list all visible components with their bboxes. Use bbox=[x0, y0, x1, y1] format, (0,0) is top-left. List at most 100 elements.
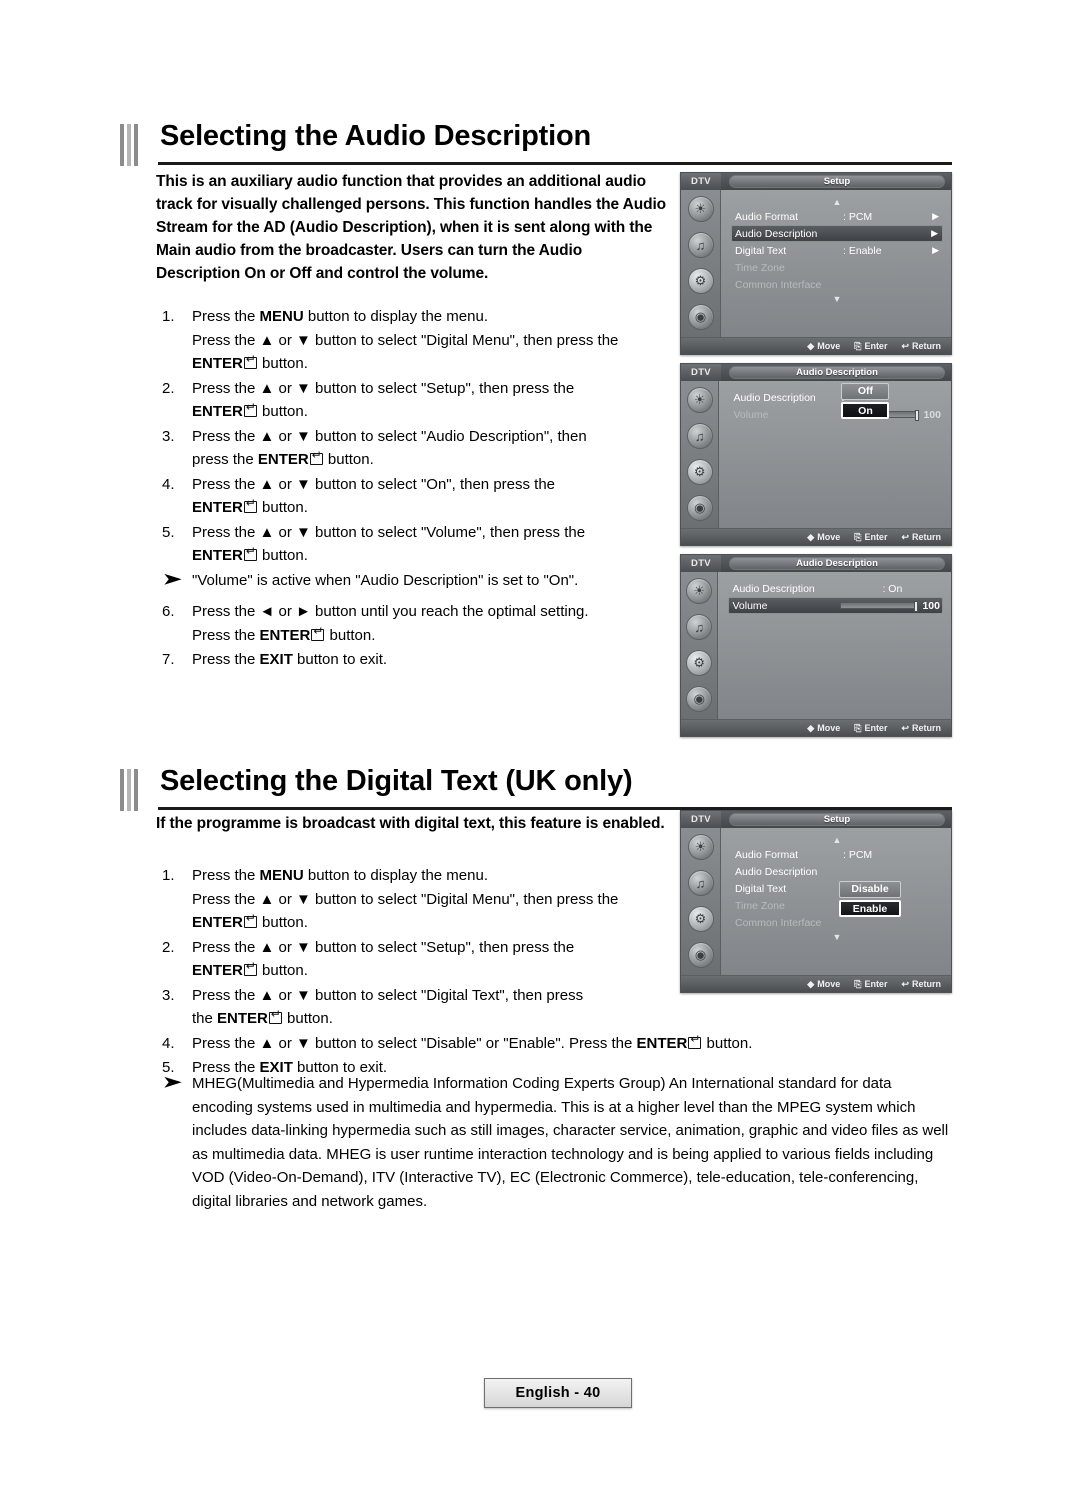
steps-audio-description: 1. Press the MENU button to display the … bbox=[156, 305, 676, 673]
osd-footer: ◆ Move ⎘ Enter ↩ Return bbox=[681, 975, 951, 992]
enter-icon bbox=[243, 545, 257, 561]
osd-menu-list: ▲ Audio Format : PCM Audio Description D… bbox=[721, 828, 951, 975]
step-item: 2. Press the ▲ or ▼ button to select "Se… bbox=[156, 377, 676, 424]
heading-rule bbox=[158, 162, 952, 165]
osd-titlebar: DTV Setup bbox=[681, 173, 951, 190]
osd-row-audio-format[interactable]: Audio Format : PCM bbox=[731, 846, 943, 863]
setup-icon[interactable]: ⚙ bbox=[687, 268, 714, 294]
osd-title: Audio Description bbox=[729, 557, 945, 570]
option-on-selected[interactable]: On bbox=[841, 402, 890, 419]
osd-scroll-down-arrow[interactable]: ▼ bbox=[731, 293, 943, 305]
option-disable[interactable]: Disable bbox=[839, 881, 901, 898]
osd-row-digital-text[interactable]: Digital Text bbox=[731, 880, 943, 897]
osd-row-label: Audio Description bbox=[733, 391, 816, 404]
osd-icon-rail: ☀ ♫ ⚙ ◉ bbox=[681, 828, 721, 975]
step-item: 3. Press the ▲ or ▼ button to select "Au… bbox=[156, 425, 676, 472]
step-number: 1. bbox=[162, 867, 175, 884]
osd-move-hint: ◆ Move bbox=[807, 531, 841, 543]
osd-row-common-interface[interactable]: Common Interface bbox=[731, 914, 943, 931]
osd-dtv-label: DTV bbox=[681, 364, 721, 381]
picture-icon[interactable]: ☀ bbox=[687, 834, 714, 860]
channel-icon[interactable]: ◉ bbox=[687, 942, 714, 968]
step-item: 1. Press the MENU button to display the … bbox=[156, 305, 676, 376]
osd-dtv-label: DTV bbox=[681, 811, 721, 828]
osd-row-label: Digital Text bbox=[735, 882, 787, 895]
step-number: 7. bbox=[162, 651, 175, 668]
osd-return-hint: ↩ Return bbox=[901, 340, 941, 352]
channel-icon[interactable]: ◉ bbox=[686, 686, 713, 712]
osd-panel-audio-description-onoff[interactable]: DTV Audio Description ☀ ♫ ⚙ ◉ Audio Desc… bbox=[680, 363, 952, 546]
osd-row-audio-description[interactable]: Audio Description ▶ bbox=[731, 225, 943, 242]
step-number: 3. bbox=[162, 427, 175, 445]
channel-icon[interactable]: ◉ bbox=[686, 495, 713, 521]
sound-icon[interactable]: ♫ bbox=[686, 423, 713, 449]
step-number: 6. bbox=[162, 603, 175, 620]
osd-row-label: Volume bbox=[732, 599, 768, 612]
picture-icon[interactable]: ☀ bbox=[686, 387, 713, 413]
chevron-right-icon: ▶ bbox=[931, 228, 938, 238]
option-enable-selected[interactable]: Enable bbox=[839, 900, 901, 917]
osd-return-hint: ↩ Return bbox=[901, 722, 941, 734]
sound-icon[interactable]: ♫ bbox=[687, 870, 714, 896]
page-number-badge: English - 40 bbox=[484, 1378, 632, 1408]
enter-icon bbox=[243, 401, 257, 417]
osd-row-volume[interactable]: Volume 100 bbox=[728, 597, 943, 614]
osd-row-label: Audio Description bbox=[735, 865, 818, 878]
osd-row-time-zone[interactable]: Time Zone bbox=[731, 897, 943, 914]
osd-menu-list: Audio Description : Volume 100 Off On bbox=[719, 381, 951, 528]
osd-row-digital-text[interactable]: Digital Text : Enable ▶ bbox=[731, 242, 943, 259]
mheg-note: ➤ MHEG(Multimedia and Hypermedia Informa… bbox=[156, 1072, 956, 1213]
volume-slider[interactable]: 100 bbox=[840, 600, 942, 612]
osd-row-audio-description[interactable]: Audio Description : On bbox=[728, 580, 943, 597]
volume-value: 100 bbox=[922, 599, 940, 612]
osd-row-audio-description[interactable]: Audio Description : bbox=[729, 389, 943, 406]
osd-panel-setup-digital-text[interactable]: DTV Setup ☀ ♫ ⚙ ◉ ▲ Audio Format : PCM A… bbox=[680, 810, 952, 993]
osd-menu-list: ▲ Audio Format : PCM ▶ Audio Description… bbox=[721, 190, 951, 337]
step-number: 1. bbox=[162, 308, 175, 325]
osd-row-label: Audio Description bbox=[735, 227, 818, 240]
osd-scroll-up-arrow[interactable]: ▲ bbox=[731, 834, 943, 846]
volume-bar-handle[interactable] bbox=[914, 601, 919, 612]
osd-row-label: Audio Format bbox=[735, 848, 799, 861]
volume-bar-handle[interactable] bbox=[915, 410, 920, 421]
chevron-right-icon: ▶ bbox=[932, 211, 939, 221]
setup-icon[interactable]: ⚙ bbox=[686, 650, 713, 676]
osd-row-audio-format[interactable]: Audio Format : PCM ▶ bbox=[731, 208, 943, 225]
osd-row-value: : PCM bbox=[843, 210, 873, 223]
sound-icon[interactable]: ♫ bbox=[686, 614, 713, 640]
channel-icon[interactable]: ◉ bbox=[687, 304, 714, 330]
osd-row-volume[interactable]: Volume 100 bbox=[729, 406, 943, 423]
osd-row-label: Common Interface bbox=[735, 278, 822, 291]
osd-titlebar: DTV Audio Description bbox=[681, 364, 951, 381]
osd-scroll-down-arrow[interactable]: ▼ bbox=[731, 931, 943, 943]
osd-row-label: Digital Text bbox=[735, 244, 787, 257]
chevron-right-icon: ▶ bbox=[932, 245, 939, 255]
page-title: Selecting the Audio Description bbox=[160, 120, 591, 152]
sound-icon[interactable]: ♫ bbox=[687, 232, 714, 258]
heading-bars-icon bbox=[120, 124, 142, 166]
step-item: 5. Press the ▲ or ▼ button to select "Vo… bbox=[156, 521, 676, 568]
enter-icon bbox=[688, 1033, 702, 1049]
step-number: 3. bbox=[162, 986, 175, 1004]
setup-icon[interactable]: ⚙ bbox=[687, 906, 714, 932]
osd-row-label: Audio Format bbox=[735, 210, 799, 223]
osd-footer: ◆ Move ⎘ Enter ↩ Return bbox=[681, 719, 951, 736]
step-number: 4. bbox=[162, 475, 175, 493]
step-item: 4. Press the ▲ or ▼ button to select "On… bbox=[156, 473, 676, 520]
picture-icon[interactable]: ☀ bbox=[686, 578, 713, 604]
osd-panel-audio-description-volume[interactable]: DTV Audio Description ☀ ♫ ⚙ ◉ Audio Desc… bbox=[680, 554, 952, 737]
osd-panel-setup-1[interactable]: DTV Setup ☀ ♫ ⚙ ◉ ▲ Audio Format : PCM ▶… bbox=[680, 172, 952, 355]
setup-icon[interactable]: ⚙ bbox=[686, 459, 713, 485]
osd-row-common-interface[interactable]: Common Interface bbox=[731, 276, 943, 293]
osd-scroll-up-arrow[interactable]: ▲ bbox=[731, 196, 943, 208]
osd-move-hint: ◆ Move bbox=[807, 978, 841, 990]
picture-icon[interactable]: ☀ bbox=[687, 196, 714, 222]
osd-row-audio-description[interactable]: Audio Description bbox=[731, 863, 943, 880]
osd-row-time-zone[interactable]: Time Zone bbox=[731, 259, 943, 276]
option-off[interactable]: Off bbox=[841, 383, 890, 400]
osd-row-value: : PCM bbox=[843, 848, 873, 861]
step-number: 2. bbox=[162, 379, 175, 397]
osd-enter-hint: ⎘ Enter bbox=[854, 340, 888, 352]
volume-bar-track[interactable] bbox=[840, 601, 919, 612]
osd-row-label: Time Zone bbox=[735, 899, 785, 912]
